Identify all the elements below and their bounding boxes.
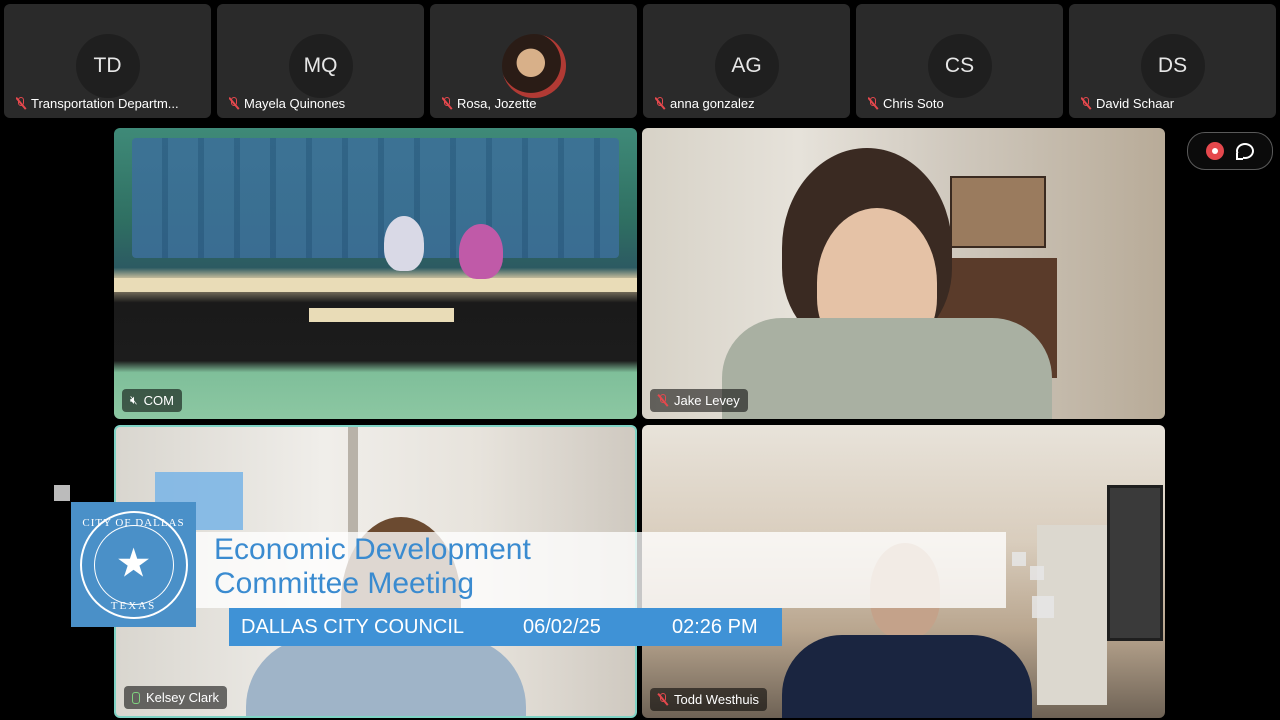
city-seal-icon: CITY OF DALLAS ★ TEXAS [79,510,188,619]
podium-desk [309,308,454,322]
city-seal-badge: CITY OF DALLAS ★ TEXAS [71,502,196,627]
meeting-title-line-2: Committee Meeting [214,567,475,600]
avatar: CS [927,34,992,98]
participant-name: Rosa, Jozette [457,96,537,111]
person-figure [384,216,424,271]
mic-off-icon [229,97,239,110]
participant-name: Transportation Departm... [31,96,179,111]
meeting-time: 02:26 PM [672,615,758,638]
decorative-square [1012,552,1026,566]
participant-tile[interactable]: DS David Schaar [1069,4,1276,118]
record-chat-controls [1187,132,1273,170]
mic-off-icon [16,97,26,110]
chat-icon[interactable] [1236,143,1254,160]
person-figure [459,224,503,279]
meeting-title-line-1: Economic Development [214,533,531,566]
decorative-square [54,485,70,501]
participant-tile[interactable]: TD Transportation Departm... [4,4,211,118]
decorative-square [1030,566,1044,580]
video-label: Kelsey Clark [146,690,219,705]
decorative-square [1032,596,1054,618]
participant-name: Chris Soto [883,96,944,111]
video-label: COM [143,393,174,408]
mic-off-icon [655,97,665,110]
meeting-date: 06/02/25 [523,615,601,638]
avatar: MQ [288,34,353,98]
mic-off-icon [1081,97,1091,110]
chamber-seating [132,138,619,258]
participant-tile[interactable]: MQ Mayela Quinones [217,4,424,118]
avatar: AG [714,34,779,98]
person-body [246,637,526,716]
video-label: Todd Westhuis [674,692,760,707]
video-tile-jake-levey[interactable]: Jake Levey [642,128,1165,419]
video-label: Jake Levey [674,393,740,408]
mic-off-icon [442,97,452,110]
avatar: TD [75,34,140,98]
participant-tile[interactable]: Rosa, Jozette [430,4,637,118]
speaker-muted-icon: 🔇︎ [130,393,138,407]
mic-off-icon [868,97,878,110]
participant-name: anna gonzalez [670,96,755,111]
participant-name: Mayela Quinones [244,96,346,111]
person-body [782,635,1032,718]
wall-frame [1107,485,1163,641]
avatar: DS [1140,34,1205,98]
participant-tile[interactable]: CS Chris Soto [856,4,1063,118]
video-tile-com[interactable]: 🔇︎ COM [114,128,637,419]
meeting-info-bar: DALLAS CITY COUNCIL 06/02/25 02:26 PM [229,608,782,646]
wall-picture [950,176,1046,248]
avatar-photo [501,34,566,98]
mic-on-icon [132,691,140,704]
participant-tile[interactable]: AG anna gonzalez [643,4,850,118]
person-body [722,318,1052,419]
mic-off-icon [658,693,668,706]
seal-top-text: CITY OF DALLAS [82,516,185,529]
participant-name: David Schaar [1096,96,1175,111]
dais-desk [114,278,637,292]
mic-off-icon [658,394,668,407]
seal-bottom-text: TEXAS [110,599,157,612]
participant-strip: TD Transportation Departm... MQ Mayela Q… [0,0,1280,122]
record-icon[interactable] [1206,142,1224,160]
organization-label: DALLAS CITY COUNCIL [241,615,465,638]
